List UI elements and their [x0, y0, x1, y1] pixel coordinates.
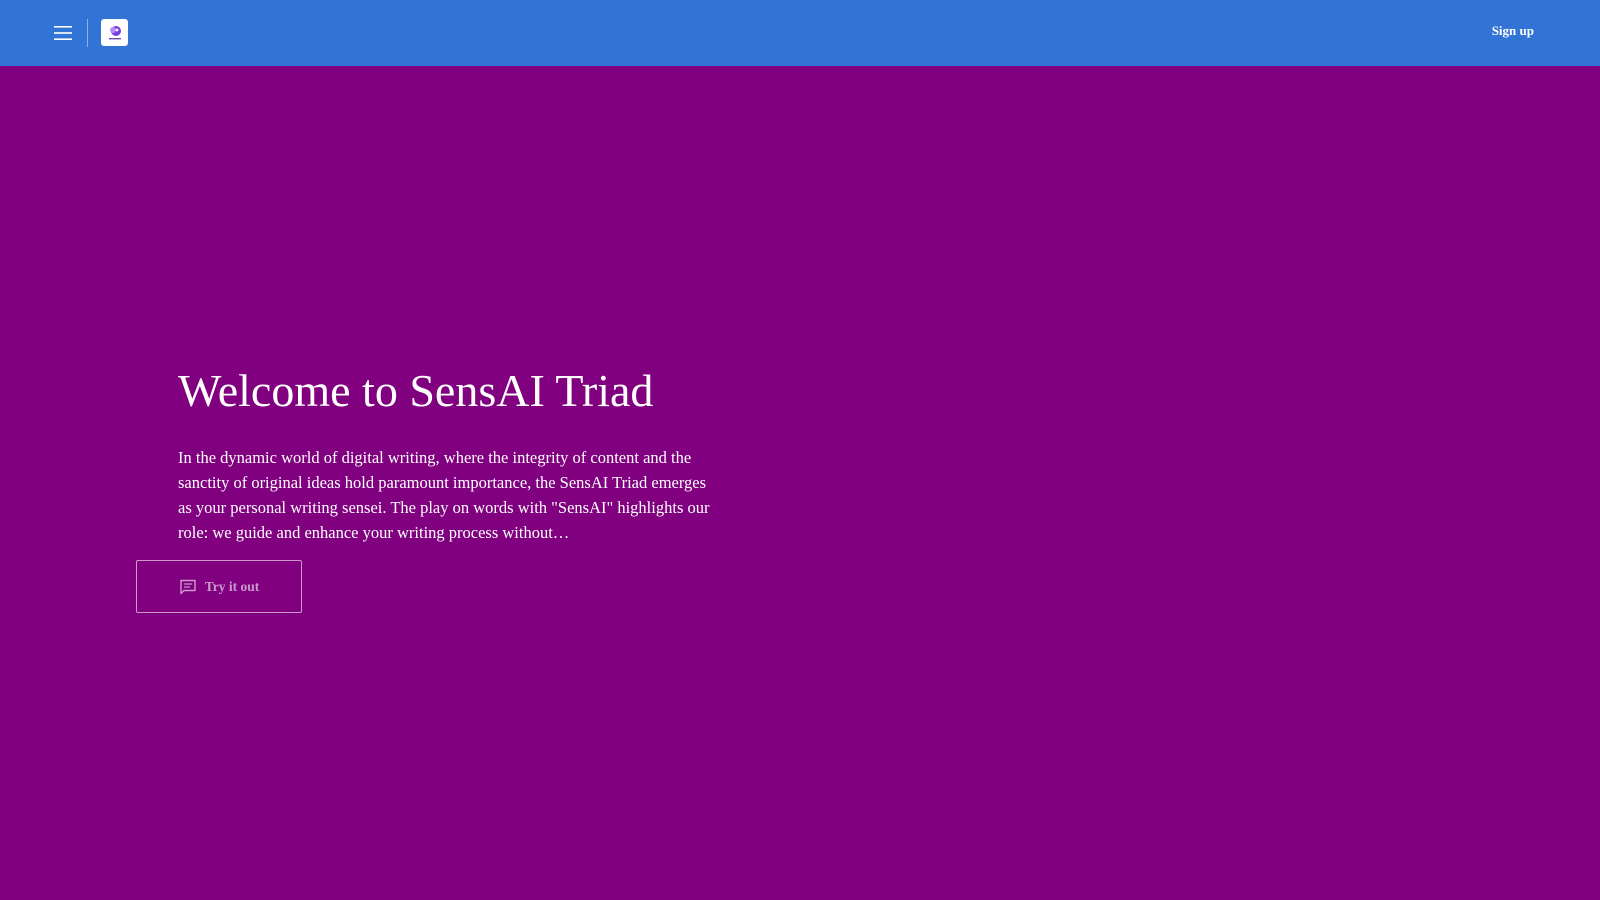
hero-description: In the dynamic world of digital writing,…: [178, 448, 710, 542]
try-it-out-button[interactable]: Try it out: [136, 560, 302, 613]
try-it-out-label: Try it out: [204, 578, 260, 594]
menu-button[interactable]: [50, 19, 76, 47]
hamburger-menu-icon: [54, 26, 72, 40]
home-logo-link[interactable]: [101, 19, 128, 46]
header-divider: [87, 19, 88, 47]
top-navigation-bar: Sign up: [0, 0, 1600, 66]
sensai-logo-icon: [108, 25, 121, 39]
chat-bubble-icon: [180, 579, 196, 594]
hero-title: Welcome to SensAI Triad: [178, 365, 654, 416]
sign-up-link[interactable]: Sign up: [1492, 23, 1534, 39]
